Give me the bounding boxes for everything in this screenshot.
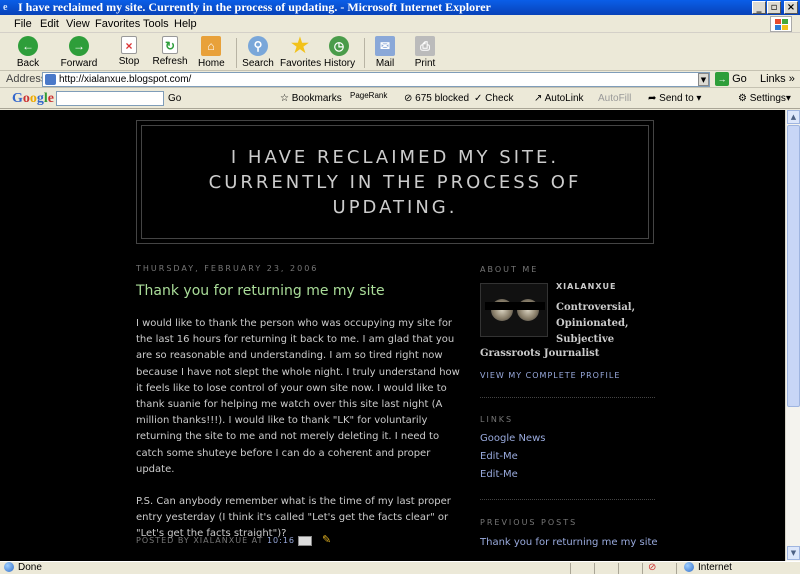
google-logo: Google [12,91,54,106]
refresh-button[interactable]: ↻ Refresh [152,36,188,67]
standard-toolbar: ← Back → Forward × Stop ↻ Refresh ⌂ Home… [0,34,800,71]
page-status-icon [4,562,14,573]
stop-button[interactable]: × Stop [116,36,142,67]
page-content: I HAVE RECLAIMED MY SITE. CURRENTLY IN T… [0,110,785,561]
autofill-button[interactable]: AutoFill [598,93,631,104]
favorites-button[interactable]: ★ Favorites [280,35,321,69]
spell-check-button[interactable]: ✓ Check [474,93,514,104]
links-button[interactable]: Links » [760,73,795,85]
scroll-thumb[interactable] [787,125,800,407]
autolink-button[interactable]: ↗ AutoLink [534,93,584,104]
title-bar: e I have reclaimed my site. Currently in… [0,0,800,15]
settings-button[interactable]: ⚙ Settings▾ [738,93,791,104]
divider [480,499,655,500]
address-bar: Address http://xialanxue.blogspot.com/ ▼… [0,71,800,88]
profile-photo[interactable] [480,283,548,337]
post-title[interactable]: Thank you for returning me my site [136,283,385,299]
about-me-heading: ABOUT ME [480,265,539,274]
close-button[interactable]: × [784,1,798,14]
email-post-icon[interactable] [298,536,312,546]
popup-blocked-icon[interactable]: ⊘ [648,562,656,574]
post-footer: POSTED BY XIALANXUE AT 10:16 AM [136,536,313,545]
ie-icon: e [3,2,8,13]
back-button[interactable]: ← Back [14,36,42,69]
stop-icon: × [121,36,137,54]
post-body: I would like to thank the person who was… [136,316,466,559]
blog-header: I HAVE RECLAIMED MY SITE. CURRENTLY IN T… [136,120,654,244]
send-to-button[interactable]: ➦ Send to ▾ [648,93,701,104]
menu-edit[interactable]: Edit [40,18,59,30]
printer-icon: ⎙ [415,36,435,56]
mail-button[interactable]: ✉ Mail [372,36,398,69]
menu-favorites[interactable]: Favorites [95,18,140,30]
google-search-input[interactable] [56,91,164,106]
window-controls: _ ▫ × [752,1,798,14]
google-go-button[interactable]: Go [168,93,181,104]
mail-icon: ✉ [375,36,395,56]
windows-logo-icon [770,16,792,32]
home-button[interactable]: ⌂ Home [198,36,225,69]
profile-description-2: Grassroots Journalist [480,348,600,359]
toolbar-separator [364,38,365,68]
address-input[interactable]: http://xialanxue.blogspot.com/ [42,72,710,87]
page-icon [45,74,56,85]
scroll-up-arrow-icon[interactable]: ▲ [787,110,800,124]
print-button[interactable]: ⎙ Print [412,36,438,69]
link-edit-me[interactable]: Edit-Me [480,451,518,462]
previous-post-link[interactable]: Thank you for returning me my site [480,537,658,548]
forward-button[interactable]: → Forward [60,36,98,69]
window-title: I have reclaimed my site. Currently in t… [18,0,491,14]
search-button[interactable]: ⚲ Search [242,36,274,69]
security-zone: Internet [684,562,732,574]
star-icon: ★ [291,35,309,57]
bookmarks-button[interactable]: ☆ Bookmarks [280,93,342,104]
scroll-down-arrow-icon[interactable]: ▼ [787,546,800,560]
link-edit-me[interactable]: Edit-Me [480,469,518,480]
menu-view[interactable]: View [66,18,90,30]
divider [480,397,655,398]
menu-file[interactable]: File [14,18,32,30]
link-google-news[interactable]: Google News [480,433,545,444]
back-arrow-icon: ← [18,36,38,56]
popup-blocker-button[interactable]: ⊘ 675 blocked [404,93,469,104]
profile-name: XIALANXUE [556,282,617,291]
links-heading: LINKS [480,415,514,424]
blog-title[interactable]: I HAVE RECLAIMED MY SITE. CURRENTLY IN T… [195,145,595,220]
view-profile-link[interactable]: VIEW MY COMPLETE PROFILE [480,371,620,380]
menu-tools[interactable]: Tools [143,18,169,30]
edit-pencil-icon[interactable]: ✎ [322,534,334,546]
go-button[interactable]: → Go [715,72,747,86]
vertical-scrollbar[interactable]: ▲ ▼ [785,110,800,561]
address-label: Address [6,73,47,85]
minimize-button[interactable]: _ [752,1,766,14]
menu-bar: File Edit View Favorites Tools Help [0,15,800,33]
pagerank-indicator: PageRank [350,91,388,100]
menu-help[interactable]: Help [174,18,197,30]
post-date: THURSDAY, FEBRUARY 23, 2006 [136,264,319,273]
google-toolbar: Google Go ☆ Bookmarks PageRank ⊘ 675 blo… [0,89,800,109]
history-icon: ◷ [329,36,349,56]
forward-arrow-icon: → [69,36,89,56]
status-text: Done [4,562,42,574]
go-arrow-icon: → [715,72,729,86]
address-url: http://xialanxue.blogspot.com/ [59,74,192,85]
history-button[interactable]: ◷ History [324,36,355,69]
previous-posts-heading: PREVIOUS POSTS [480,518,578,527]
toolbar-separator [236,38,237,68]
internet-globe-icon [684,562,694,573]
post-paragraph: I would like to thank the person who was… [136,318,460,475]
profile-description: Controversial, Opinionated, Subjective [556,302,636,345]
address-dropdown-button[interactable]: ▼ [698,73,709,86]
search-icon: ⚲ [248,36,268,56]
home-icon: ⌂ [201,36,221,56]
refresh-icon: ↻ [162,36,178,54]
status-bar: Done ⊘ Internet [0,561,800,574]
maximize-button[interactable]: ▫ [767,1,781,14]
